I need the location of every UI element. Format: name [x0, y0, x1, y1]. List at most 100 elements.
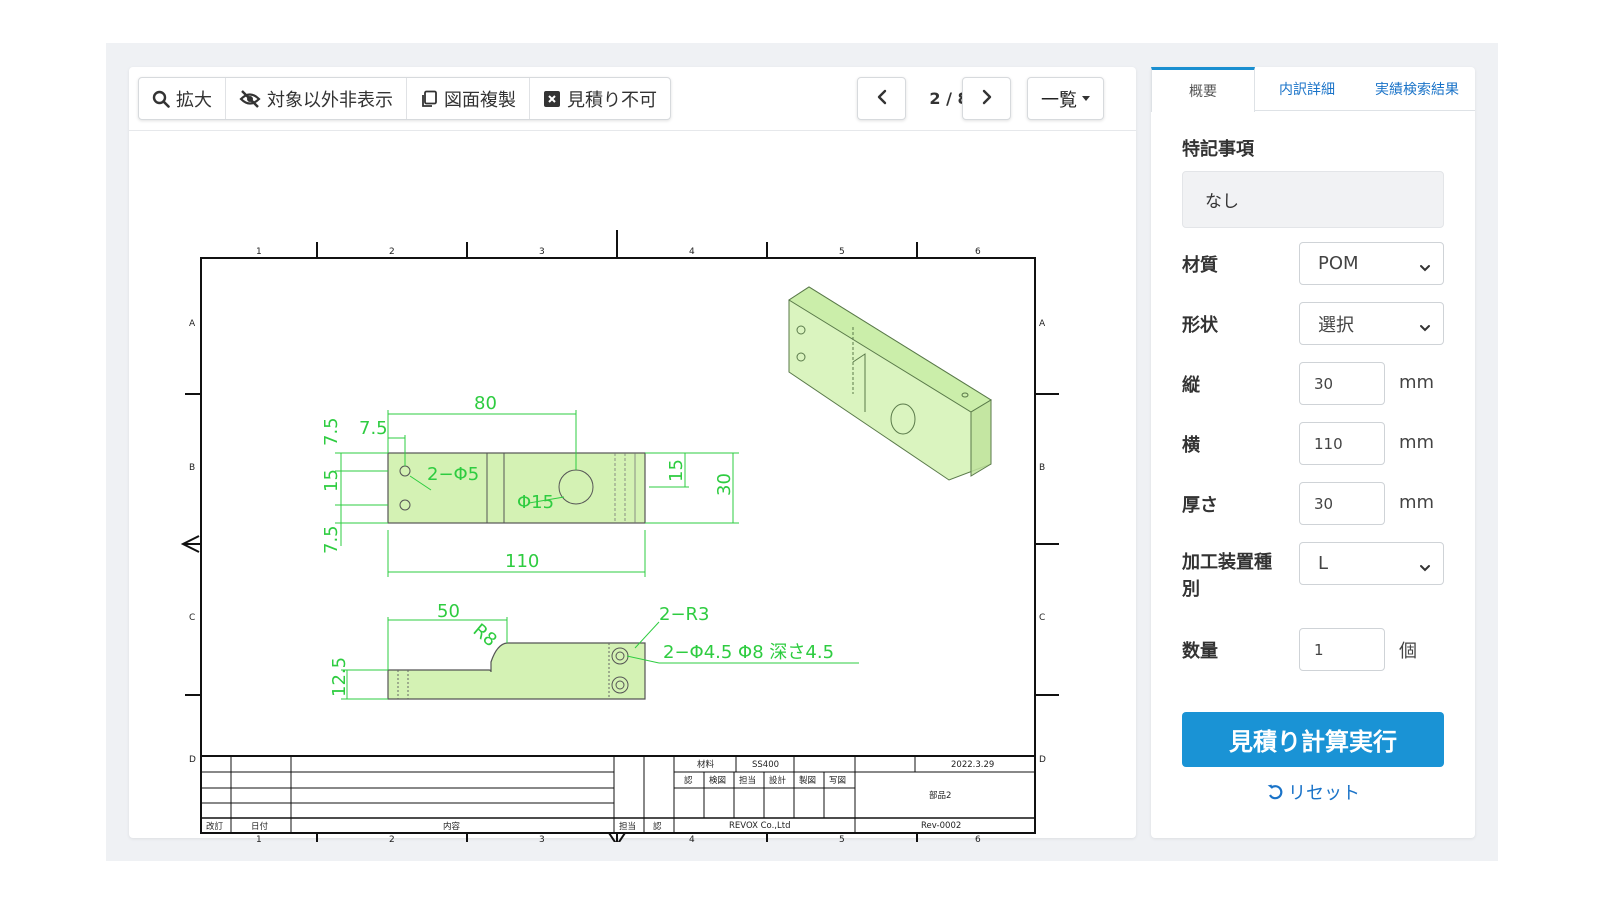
tb-design: 設計 [769, 775, 787, 786]
zoom-button-label: 拡大 [176, 89, 212, 111]
dim-hole-big: Φ15 [517, 492, 554, 513]
prev-page-button[interactable] [857, 77, 906, 120]
calculate-estimate-button[interactable]: 見積り計算実行 [1182, 712, 1444, 767]
zoom-button[interactable]: 拡大 [139, 78, 226, 119]
hide-others-button[interactable]: 対象以外非表示 [226, 78, 407, 119]
tb-check: 検図 [709, 775, 726, 786]
thickness-label: 厚さ [1182, 495, 1218, 516]
toolbar-button-group: 拡大 対象以外非表示 図面複製 見積り不可 [138, 77, 671, 120]
chevron-left-icon [876, 89, 888, 109]
material-select-value: POM [1318, 253, 1359, 274]
tab-overview[interactable]: 概要 [1151, 67, 1255, 112]
tb-copy: 写図 [829, 776, 846, 786]
list-dropdown-label: 一覧 [1041, 89, 1077, 111]
thickness-input[interactable]: 30 [1299, 482, 1385, 525]
not-quotable-label: 見積り不可 [567, 89, 657, 111]
dim-50: 50 [437, 601, 460, 622]
duplicate-drawing-label: 図面複製 [444, 89, 516, 111]
grid-col-6-bottom: 6 [975, 835, 981, 842]
grid-col-1: 1 [256, 247, 262, 257]
grid-col-4-bottom: 4 [689, 835, 695, 842]
grid-col-3: 3 [539, 247, 545, 257]
technical-drawing[interactable]: 1 2 3 4 5 6 1 2 3 4 5 6 A B C D A B C D [169, 162, 1089, 842]
reset-label: リセット [1288, 783, 1360, 804]
dim-7-5-top: 7.5 [359, 418, 388, 439]
notes-field[interactable]: なし [1182, 171, 1444, 228]
thickness-unit: mm [1399, 492, 1435, 513]
dim-12-5: 12.5 [329, 657, 350, 697]
caret-down-icon [1082, 96, 1090, 101]
drawing-viewer: 拡大 対象以外非表示 図面複製 見積り不可 2 / 8 一覧 1 2 3 4 5… [129, 67, 1136, 842]
grid-col-2: 2 [389, 247, 395, 257]
tb-material-label: 材料 [697, 759, 715, 770]
machine-type-value: L [1318, 553, 1329, 574]
undo-icon [1266, 783, 1284, 801]
grid-col-5: 5 [839, 247, 845, 257]
grid-row-b-right: B [1039, 463, 1045, 473]
next-page-button[interactable] [962, 77, 1011, 120]
dim-hole-small: 2−Φ5 [427, 464, 479, 485]
grid-row-a: A [189, 319, 196, 329]
grid-col-6: 6 [975, 247, 981, 257]
dim-r8: R8 [469, 620, 501, 651]
quantity-unit: 個 [1399, 641, 1417, 662]
tab-breakdown[interactable]: 内訳詳細 [1255, 67, 1359, 111]
dim-80: 80 [474, 393, 497, 414]
chevron-down-icon [1419, 558, 1431, 579]
notes-value: なし [1205, 192, 1239, 212]
grid-row-c-right: C [1039, 613, 1045, 623]
eye-slash-icon [239, 89, 261, 108]
grid-col-2-bottom: 2 [389, 835, 395, 842]
list-dropdown-button[interactable]: 一覧 [1027, 77, 1104, 120]
shape-select[interactable]: 選択 [1299, 302, 1444, 345]
notes-label: 特記事項 [1182, 139, 1254, 160]
grid-col-4: 4 [689, 247, 695, 257]
dim-110: 110 [505, 551, 539, 572]
chevron-down-icon [1419, 318, 1431, 339]
dim-counterbore: 2−Φ4.5 Φ8 深さ4.5 [663, 642, 834, 663]
chevron-right-icon [981, 89, 993, 109]
length-input[interactable]: 30 [1299, 362, 1385, 405]
material-label: 材質 [1182, 255, 1218, 276]
length-unit: mm [1399, 372, 1435, 393]
dim-15-right: 15 [666, 459, 687, 482]
dim-7-5-side-a: 7.5 [321, 417, 342, 446]
search-icon [152, 90, 170, 108]
viewer-toolbar: 拡大 対象以外非表示 図面複製 見積り不可 2 / 8 一覧 [129, 67, 1136, 131]
tb-charge2: 担当 [619, 821, 636, 832]
tb-date: 2022.3.29 [951, 760, 994, 770]
grid-col-1-bottom: 1 [256, 835, 262, 842]
shape-label: 形状 [1182, 315, 1218, 336]
grid-row-a-right: A [1039, 319, 1046, 329]
duplicate-drawing-button[interactable]: 図面複製 [407, 78, 530, 119]
grid-col-5-bottom: 5 [839, 835, 845, 842]
panel-tabs: 概要 内訳詳細 実績検索結果 [1151, 67, 1475, 112]
reset-link[interactable]: リセット [1151, 779, 1475, 805]
width-input[interactable]: 110 [1299, 422, 1385, 465]
close-square-icon [543, 90, 561, 108]
tb-company: REVOX Co.,Ltd [729, 821, 790, 831]
tb-approve: 認 [684, 775, 693, 786]
dim-r3: 2−R3 [659, 604, 710, 625]
not-quotable-button[interactable]: 見積り不可 [530, 78, 670, 119]
tb-date-label: 日付 [251, 821, 269, 832]
grid-col-3-bottom: 3 [539, 835, 545, 842]
quantity-input[interactable]: 1 [1299, 628, 1385, 671]
tb-approve2: 認 [653, 821, 662, 832]
grid-row-d: D [189, 755, 196, 765]
material-select[interactable]: POM [1299, 242, 1444, 285]
tb-charge: 担当 [739, 775, 756, 786]
tb-revision: 改訂 [206, 821, 224, 832]
estimate-panel: 概要 内訳詳細 実績検索結果 特記事項 なし 材質 POM 形状 選択 縦 30… [1151, 67, 1475, 838]
copy-icon [420, 90, 438, 108]
tb-part-name: 部品2 [929, 790, 951, 801]
machine-type-label: 加工装置種別 [1182, 552, 1272, 600]
width-unit: mm [1399, 432, 1435, 453]
tab-search-results[interactable]: 実績検索結果 [1359, 67, 1475, 111]
tb-content: 内容 [443, 821, 461, 832]
shape-select-value: 選択 [1318, 314, 1354, 336]
dim-30: 30 [714, 473, 735, 496]
machine-type-select[interactable]: L [1299, 542, 1444, 585]
tb-rev: Rev-0002 [921, 821, 961, 831]
isometric-view [788, 286, 992, 481]
